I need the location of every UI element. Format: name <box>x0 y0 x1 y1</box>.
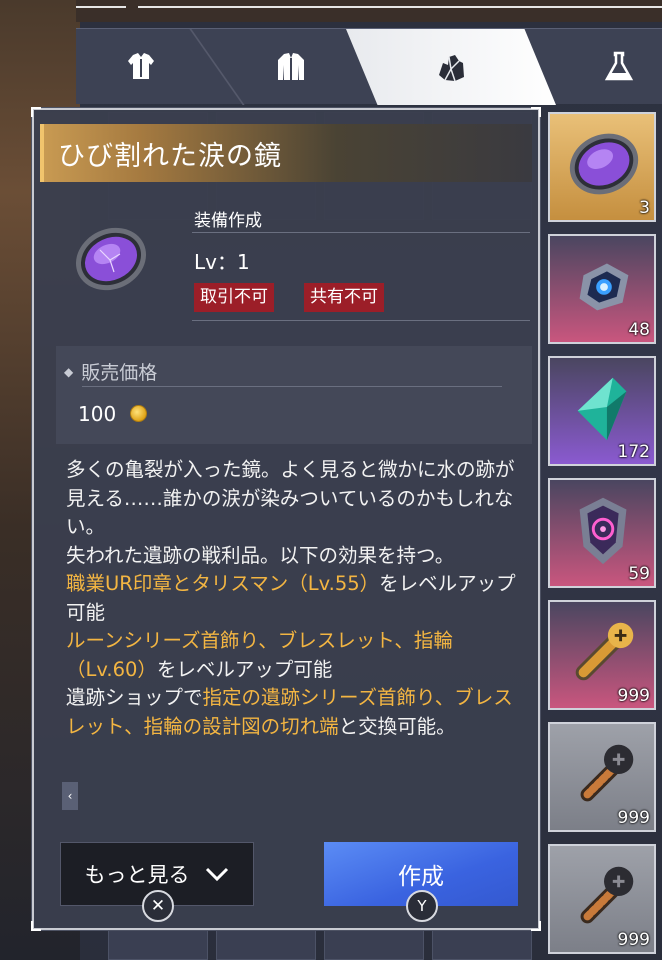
golden-scope-icon <box>575 622 634 681</box>
tab-potions[interactable] <box>576 29 662 105</box>
item-quantity: 3 <box>639 198 650 218</box>
inventory-slot[interactable] <box>324 930 424 960</box>
armor-icon <box>128 53 154 79</box>
popup-corner <box>531 921 541 931</box>
untradeable-badge: 取引不可 <box>194 283 274 312</box>
gold-coin-icon <box>130 405 147 422</box>
item-level: Lv：1 <box>194 250 250 274</box>
unshareable-badge: 共有不可 <box>304 283 384 312</box>
item-quantity: 172 <box>617 442 650 462</box>
inventory-slot[interactable] <box>216 930 316 960</box>
popup-corner <box>31 107 41 117</box>
divider <box>82 386 502 387</box>
price-value: 100 <box>78 402 117 426</box>
tab-armor[interactable] <box>96 29 186 105</box>
item-name: ひび割れた涙の鏡 <box>58 141 282 172</box>
item-quantity: 59 <box>628 564 650 584</box>
top-divider <box>76 0 662 22</box>
description-text: 多くの亀裂が入った鏡。よく見ると微かに水の跡が見える……誰かの涙が染みついている… <box>66 458 515 538</box>
effect-line: 遺跡ショップで指定の遺跡シリーズ首飾り、ブレスレット、指輪の設計図の切れ端と交換… <box>66 686 513 738</box>
jacket-icon <box>278 53 304 80</box>
description-text: 失われた遺跡の戦利品。以下の効果を持つ。 <box>66 543 455 567</box>
item-quantity: 999 <box>617 686 650 706</box>
inventory-slot[interactable] <box>432 930 532 960</box>
popup-corner <box>531 107 541 117</box>
cracked-mirror-icon <box>75 227 147 291</box>
ore-icon <box>439 55 464 82</box>
divider <box>192 320 530 321</box>
cracked-mirror-icon <box>569 133 639 195</box>
material-slot[interactable]: 48 <box>548 234 656 344</box>
price-label: ◆ 販売価格 <box>64 362 158 384</box>
rune-emblem-icon <box>579 497 627 565</box>
chevron-down-icon <box>205 867 228 882</box>
material-slot[interactable]: 999 <box>548 844 656 954</box>
category-tab-bar <box>76 28 662 105</box>
material-slot[interactable]: 172 <box>548 356 656 466</box>
inventory-slot[interactable] <box>108 930 208 960</box>
item-title-banner: ひび割れた涙の鏡 <box>40 124 532 182</box>
tab-clothing[interactable] <box>241 29 341 105</box>
item-type: 装備作成 <box>194 211 262 231</box>
material-slot-selected[interactable]: 3 <box>548 112 656 222</box>
item-quantity: 999 <box>617 808 650 828</box>
material-slot[interactable]: 999 <box>548 600 656 710</box>
blue-crystal-box-icon <box>579 263 629 311</box>
screw-bolt-icon <box>580 866 634 924</box>
screw-bolt-icon <box>580 744 634 802</box>
material-slot[interactable]: 59 <box>548 478 656 588</box>
tab-materials[interactable] <box>346 29 556 105</box>
x-button-hint-icon: ✕ <box>142 890 174 922</box>
y-button-hint-icon: Y <box>406 890 438 922</box>
item-detail-popup: ひび割れた涙の鏡 装備作成 Lv：1 取引不可 共有不可 ◆ 販売価格 100 多… <box>31 107 541 931</box>
effect-line: 職業UR印章とタリスマン（Lv.55）をレベルアップ可能 <box>66 572 516 624</box>
tab-divider <box>189 29 245 105</box>
item-quantity: 999 <box>617 930 650 950</box>
craft-label: 作成 <box>398 864 444 890</box>
divider <box>192 232 530 233</box>
green-gem-icon <box>577 377 627 441</box>
flask-icon <box>604 51 634 81</box>
chevron-left-icon[interactable]: ‹ <box>62 782 78 810</box>
material-list: 3 48 172 59 999 999 999 <box>544 108 662 960</box>
see-more-label: もっと見る <box>84 863 190 887</box>
diamond-bullet-icon: ◆ <box>64 365 74 379</box>
effect-line: ルーンシリーズ首飾り、ブレスレット、指輪（Lv.60）をレベルアップ可能 <box>66 629 453 681</box>
popup-corner <box>31 921 41 931</box>
item-quantity: 48 <box>628 320 650 340</box>
material-slot[interactable]: 999 <box>548 722 656 832</box>
item-description: 多くの亀裂が入った鏡。よく見ると微かに水の跡が見える……誰かの涙が染みついている… <box>66 456 516 741</box>
